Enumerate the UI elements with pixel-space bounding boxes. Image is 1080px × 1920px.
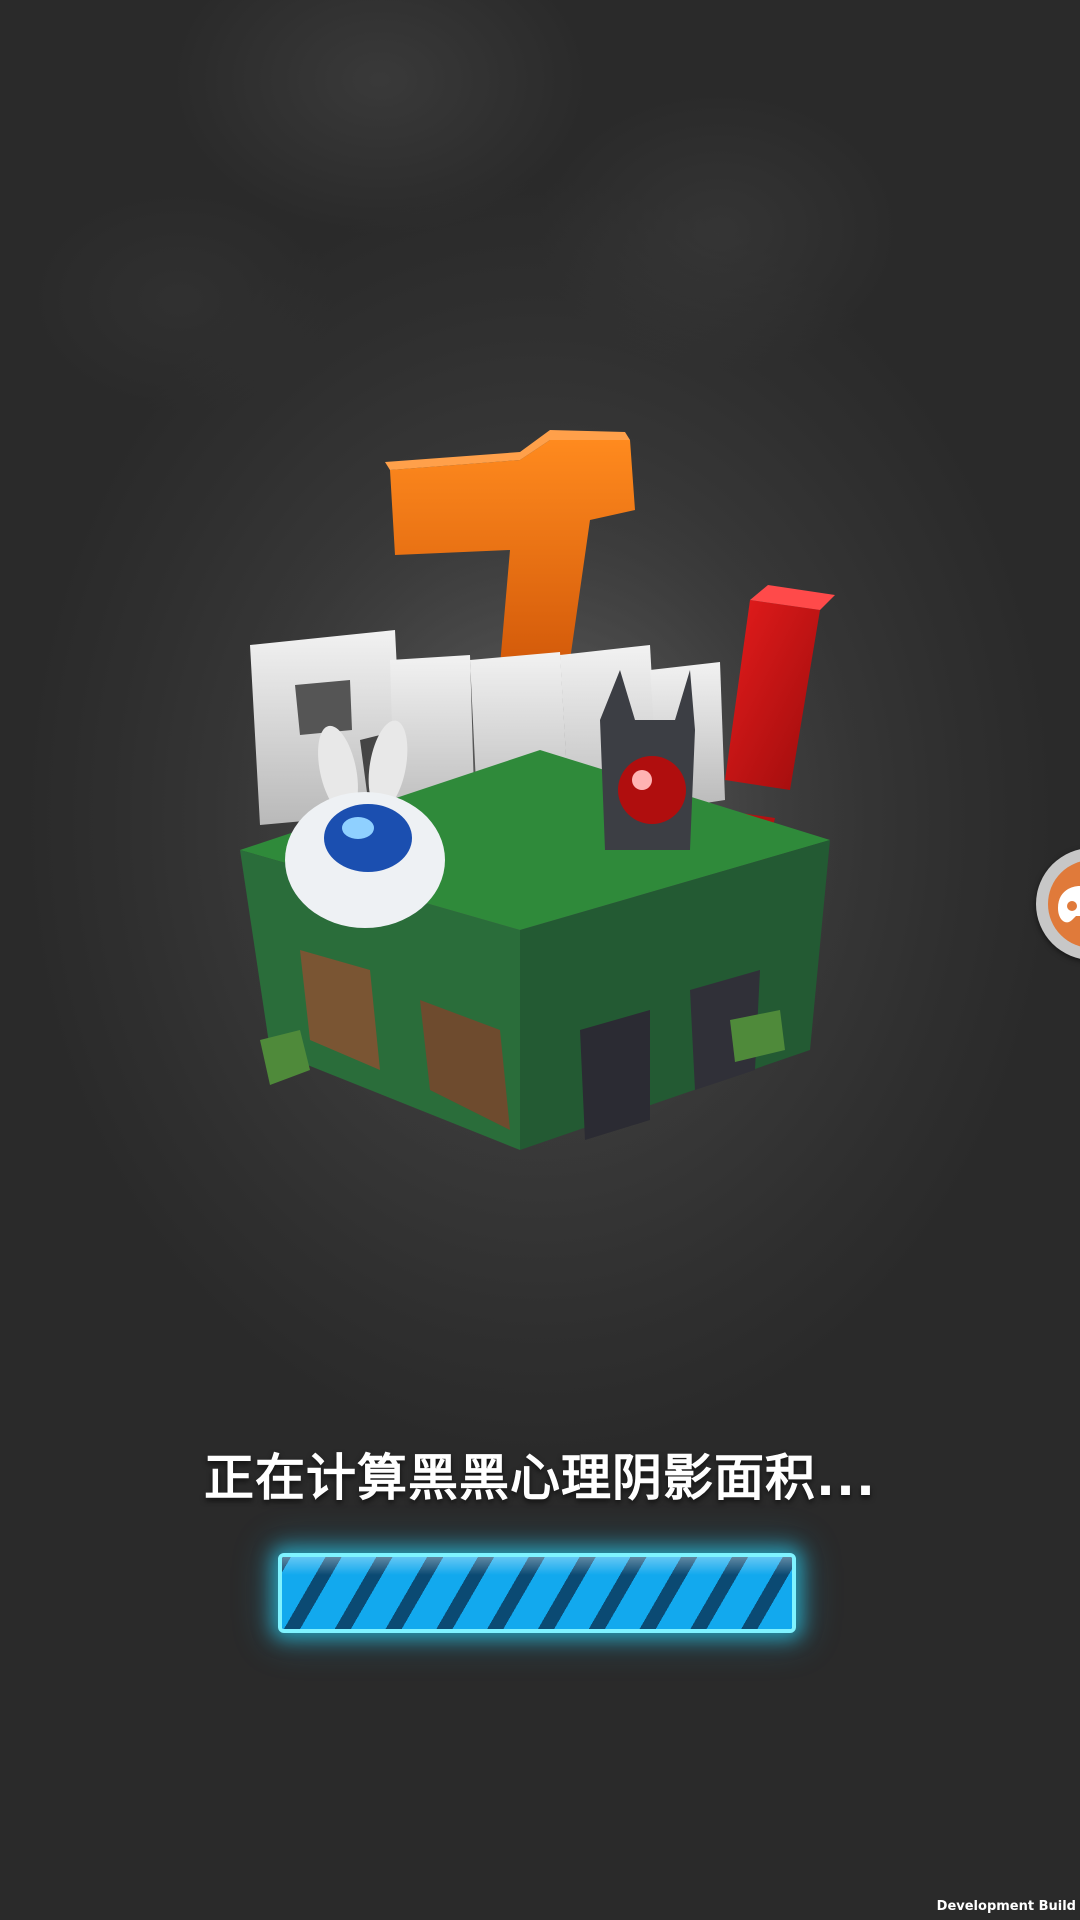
side-floating-button[interactable] <box>1036 848 1080 960</box>
game-logo <box>220 430 860 1170</box>
loading-message: 正在计算黑黑心理阴影面积... <box>204 1449 876 1507</box>
development-build-label: Development Build <box>936 1899 1076 1914</box>
game-controller-icon <box>1058 886 1080 923</box>
loading-progress-bar <box>278 1553 796 1633</box>
loading-screen: 正在计算黑黑心理阴影面积... Development Build <box>0 0 1080 1920</box>
progress-shine <box>282 1557 792 1575</box>
